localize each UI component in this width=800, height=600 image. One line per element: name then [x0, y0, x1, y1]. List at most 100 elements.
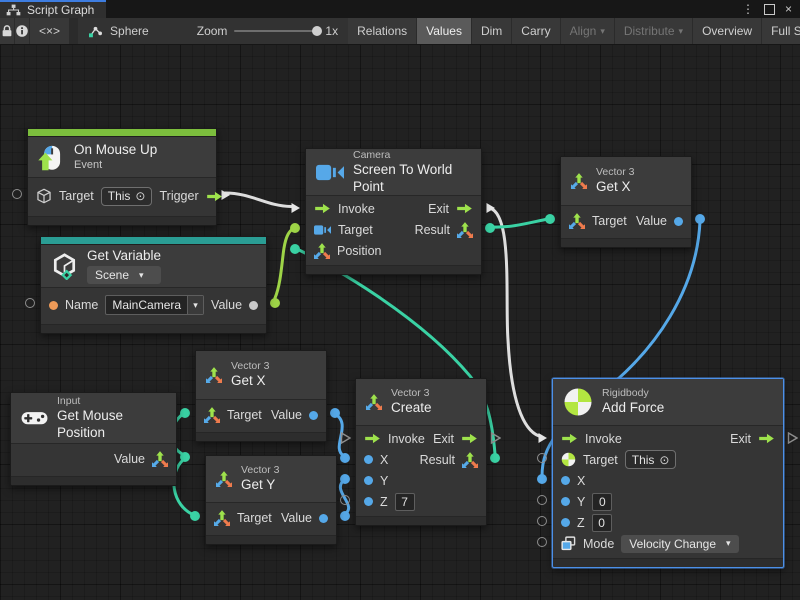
toolbar-button-full-screen[interactable]: Full Screen [762, 18, 800, 44]
node-get-x-mid[interactable]: Vector 3Get XTargetValue [195, 350, 327, 442]
external-port-dot-connected[interactable] [290, 244, 300, 254]
value-input[interactable]: 0 [592, 514, 612, 532]
toolbar-button-carry[interactable]: Carry [512, 18, 559, 44]
toolbar-button-dim[interactable]: Dim [472, 18, 511, 44]
port-blue[interactable] [364, 476, 373, 485]
node-header[interactable]: On Mouse UpEvent [28, 137, 216, 178]
external-port-tri-unconnected[interactable] [340, 431, 351, 449]
toolbar-button-align[interactable]: Align▾ [561, 18, 614, 44]
unity-icon [51, 253, 78, 280]
object-field[interactable]: This ⊙ [625, 450, 677, 469]
node-header[interactable]: Vector 3Get Y [206, 456, 336, 503]
value-input[interactable]: 7 [395, 493, 415, 511]
node-header[interactable]: RigidbodyAdd Force [553, 379, 783, 426]
lock-button[interactable] [0, 18, 14, 44]
graph-canvas[interactable]: On Mouse UpEventTargetThis⊙Trigger Get Va… [0, 44, 800, 600]
toolbar-button-relations[interactable]: Relations [348, 18, 416, 44]
node-header[interactable]: Vector 3Create [356, 379, 486, 426]
node-get-variable[interactable]: Get VariableScene▾NameMainCamera▾Value [40, 236, 267, 334]
close-icon[interactable]: × [785, 2, 792, 16]
node-row-right: Trigger [159, 189, 222, 203]
external-port-dot-connected[interactable] [180, 452, 190, 462]
node-header[interactable]: Get VariableScene▾ [41, 245, 266, 288]
external-port-tri-connected[interactable] [485, 201, 496, 219]
external-port-dot-unconnected[interactable] [340, 495, 350, 505]
external-port-dot-unconnected[interactable] [537, 516, 547, 526]
node-header[interactable]: Vector 3Get X [561, 157, 691, 206]
maximize-icon[interactable] [764, 4, 775, 15]
field-value: This [632, 453, 655, 467]
port-blue[interactable] [319, 514, 328, 523]
code-preview-button[interactable]: <×> [30, 18, 69, 44]
node-header[interactable]: Vector 3Get X [196, 351, 326, 400]
external-port-tri-connected[interactable] [290, 201, 301, 219]
port-blue[interactable] [674, 217, 683, 226]
external-port-dot-connected[interactable] [545, 214, 555, 224]
node-on-mouse-up[interactable]: On Mouse UpEventTargetThis⊙Trigger [27, 128, 217, 226]
wire-exit-to-invoke[interactable] [489, 208, 539, 436]
external-port-dot-unconnected[interactable] [12, 189, 22, 199]
external-port-dot-connected[interactable] [340, 453, 350, 463]
toolbar-button-distribute[interactable]: Distribute▾ [615, 18, 692, 44]
external-port-dot-connected[interactable] [340, 511, 350, 521]
dropdown-scope[interactable]: Scene▾ [87, 266, 161, 284]
external-port-dot-connected[interactable] [290, 223, 300, 233]
external-port-dot-unconnected[interactable] [537, 453, 547, 463]
external-port-dot-connected[interactable] [330, 408, 340, 418]
toolbar-button-values[interactable]: Values [417, 18, 471, 44]
node-get-y[interactable]: Vector 3Get YTargetValue [205, 455, 337, 545]
external-port-dot-connected[interactable] [180, 408, 190, 418]
node-title: On Mouse Up [74, 142, 157, 159]
wire-variable-to-target[interactable] [275, 228, 294, 298]
port-label: Z [380, 495, 388, 509]
port-label: Exit [433, 432, 454, 446]
external-port-tri-connected[interactable] [537, 431, 548, 449]
object-field[interactable]: This⊙ [101, 187, 153, 206]
external-port-dot-connected[interactable] [490, 453, 500, 463]
toolbar-button-overview[interactable]: Overview [693, 18, 761, 44]
port-gray[interactable] [249, 301, 258, 310]
node-row-right: Value [636, 214, 683, 228]
external-port-dot-connected[interactable] [695, 214, 705, 224]
port-orange[interactable] [49, 301, 58, 310]
external-port-dot-connected[interactable] [190, 511, 200, 521]
wire-trigger-to-invoke[interactable] [225, 193, 291, 207]
window-menu-icon[interactable]: ⋮ [742, 2, 754, 16]
external-port-dot-unconnected[interactable] [537, 495, 547, 505]
external-port-tri-unconnected[interactable] [787, 431, 798, 449]
port-blue[interactable] [561, 518, 570, 527]
node-add-force[interactable]: RigidbodyAdd ForceInvokeExitTargetThis⊙X… [552, 378, 784, 568]
port-blue[interactable] [561, 497, 570, 506]
tab-script-graph[interactable]: Script Graph [0, 0, 106, 18]
port-blue[interactable] [364, 497, 373, 506]
node-create[interactable]: Vector 3CreateInvokeExitXResultYZ7 [355, 378, 487, 526]
value-input[interactable]: 0 [592, 493, 612, 511]
external-port-dot-unconnected[interactable] [537, 537, 547, 547]
node-get-mouse-position[interactable]: InputGet Mouse PositionValue [10, 392, 177, 486]
external-port-dot-connected[interactable] [485, 223, 495, 233]
external-port-dot-connected[interactable] [340, 474, 350, 484]
external-port-dot-connected[interactable] [270, 298, 280, 308]
external-port-dot-unconnected[interactable] [25, 298, 35, 308]
port-blue[interactable] [364, 455, 373, 464]
node-header[interactable]: InputGet Mouse Position [11, 393, 176, 444]
chevron-down-icon[interactable]: ▾ [187, 296, 203, 314]
port-blue[interactable] [561, 476, 570, 485]
external-port-dot-connected[interactable] [537, 474, 547, 484]
target-picker-icon[interactable]: ⊙ [659, 453, 669, 467]
code-preview-glyph: <×> [39, 24, 60, 38]
info-button[interactable] [15, 18, 29, 44]
port-blue[interactable] [309, 411, 318, 420]
dropdown-maincamera[interactable]: MainCamera▾ [105, 295, 204, 315]
zoom-slider-handle[interactable] [312, 26, 322, 36]
external-port-tri-unconnected[interactable] [490, 431, 501, 449]
dropdown-velocity-change[interactable]: Velocity Change▾ [621, 535, 738, 553]
target-picker-icon[interactable]: ⊙ [135, 189, 145, 203]
zoom-slider[interactable] [234, 30, 318, 32]
node-header[interactable]: CameraScreen To World Point [306, 149, 481, 196]
node-screen-to-world-point[interactable]: CameraScreen To World PointInvokeExitTar… [305, 148, 482, 275]
node-footer [561, 238, 691, 247]
gamepad-icon [21, 409, 48, 427]
node-get-x-top[interactable]: Vector 3Get XTargetValue [560, 156, 692, 248]
v3-icon [571, 173, 587, 189]
